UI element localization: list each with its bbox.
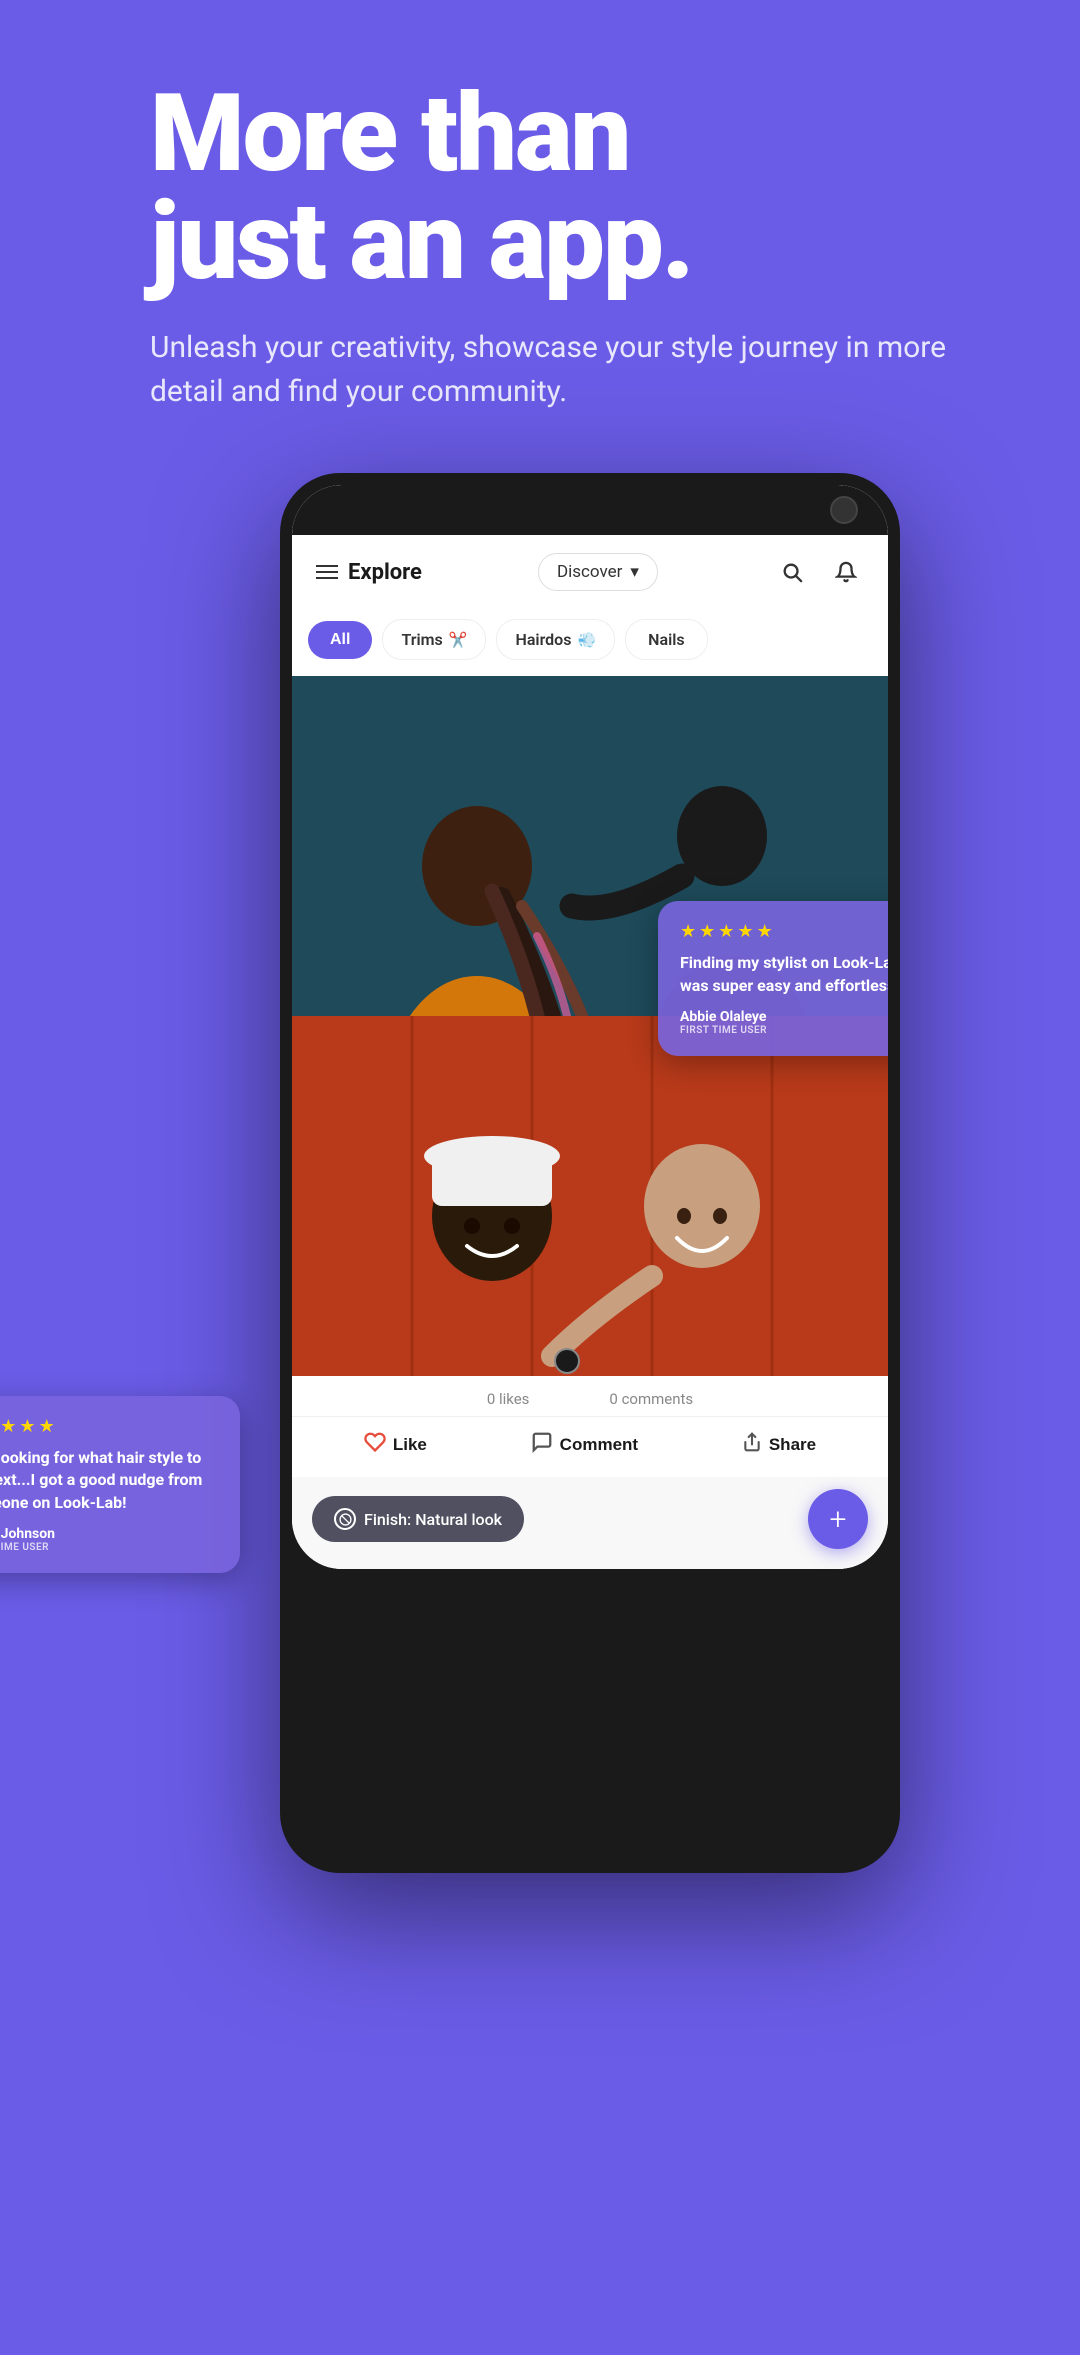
review1-name: Abbie Olaleye: [680, 1009, 888, 1025]
app-ui: Explore Discover ▾: [292, 535, 888, 1569]
share-label: Share: [769, 1435, 816, 1455]
discover-dropdown[interactable]: Discover ▾: [538, 553, 658, 591]
like-label: Like: [393, 1435, 427, 1455]
finish-icon: [334, 1508, 356, 1530]
header-left: Explore: [316, 560, 422, 585]
review-card-2: ★ ★ ★ ★ ★ Was looking for what hair styl…: [0, 1396, 240, 1573]
discover-label: Discover: [557, 562, 622, 582]
hero-subtitle-block: Unleash your creativity, showcase your s…: [90, 326, 990, 413]
filter-tabs: All Trims ✂️ Hairdos 💨 Nails: [292, 609, 888, 676]
tab-nails-label: Nails: [648, 630, 684, 649]
share-button[interactable]: Share: [742, 1431, 816, 1459]
tab-nails[interactable]: Nails: [625, 619, 707, 660]
bottom-pill-area: Finish: Natural look +: [292, 1477, 888, 1569]
heart-icon: [364, 1431, 386, 1459]
tab-hairdos-label: Hairdos: [515, 630, 571, 649]
review1-tag: FIRST TIME USER: [680, 1025, 888, 1036]
hero-title-block: More than just an app.: [90, 80, 990, 296]
men-image: [292, 1016, 888, 1376]
phone-camera: [830, 496, 858, 524]
bell-button[interactable]: [828, 554, 864, 590]
hero-title-line2: just an app.: [150, 179, 692, 305]
comment-button[interactable]: Comment: [531, 1431, 638, 1459]
review2-stars: ★ ★ ★ ★ ★: [0, 1416, 218, 1437]
comment-icon: [531, 1431, 553, 1459]
likes-count: 0 likes: [487, 1390, 530, 1408]
review2-tag: FIRST TIME USER: [0, 1542, 218, 1553]
phone-frame: Explore Discover ▾: [280, 473, 900, 1873]
hamburger-menu[interactable]: [316, 565, 338, 579]
search-button[interactable]: [774, 554, 810, 590]
review1-text: Finding my stylist on Look-Lab was super…: [680, 952, 888, 997]
tab-all-label: All: [330, 631, 350, 648]
review2-text: Was looking for what hair style to try n…: [0, 1447, 218, 1514]
fab-label: +: [830, 1502, 847, 1537]
hero-subtitle-text: Unleash your creativity, showcase your s…: [150, 326, 990, 413]
phone-screen: Explore Discover ▾: [292, 485, 888, 1569]
fab-button[interactable]: +: [808, 1489, 868, 1549]
phone-notch: [292, 485, 888, 535]
review2-name: David Johnson: [0, 1526, 218, 1542]
header-icons: [774, 554, 864, 590]
comments-count: 0 comments: [609, 1390, 693, 1408]
tab-trims-label: Trims: [401, 630, 442, 649]
tab-all[interactable]: All: [308, 621, 372, 659]
tab-trims[interactable]: Trims ✂️: [382, 619, 486, 660]
bottom-actions: Like Comment: [292, 1416, 888, 1477]
app-header: Explore Discover ▾: [292, 535, 888, 609]
share-icon: [742, 1431, 762, 1459]
explore-label: Explore: [348, 560, 422, 585]
comment-label: Comment: [560, 1435, 638, 1455]
finish-pill-label: Finish: Natural look: [364, 1510, 502, 1529]
hero-title: More than just an app.: [150, 80, 990, 296]
hairdryer-icon: 💨: [577, 631, 596, 649]
page-wrapper: More than just an app. Unleash your crea…: [0, 0, 1080, 2355]
like-button[interactable]: Like: [364, 1431, 427, 1459]
review1-stars: ★ ★ ★ ★ ★: [680, 921, 888, 942]
tab-hairdos[interactable]: Hairdos 💨: [496, 619, 615, 660]
bottom-stats: 0 likes 0 comments: [292, 1376, 888, 1416]
chevron-down-icon: ▾: [630, 562, 639, 582]
finish-pill[interactable]: Finish: Natural look: [312, 1496, 524, 1542]
review-card-1: ★ ★ ★ ★ ★ Finding my stylist on Look-Lab…: [658, 901, 888, 1056]
scissors-icon: ✂️: [449, 631, 468, 649]
